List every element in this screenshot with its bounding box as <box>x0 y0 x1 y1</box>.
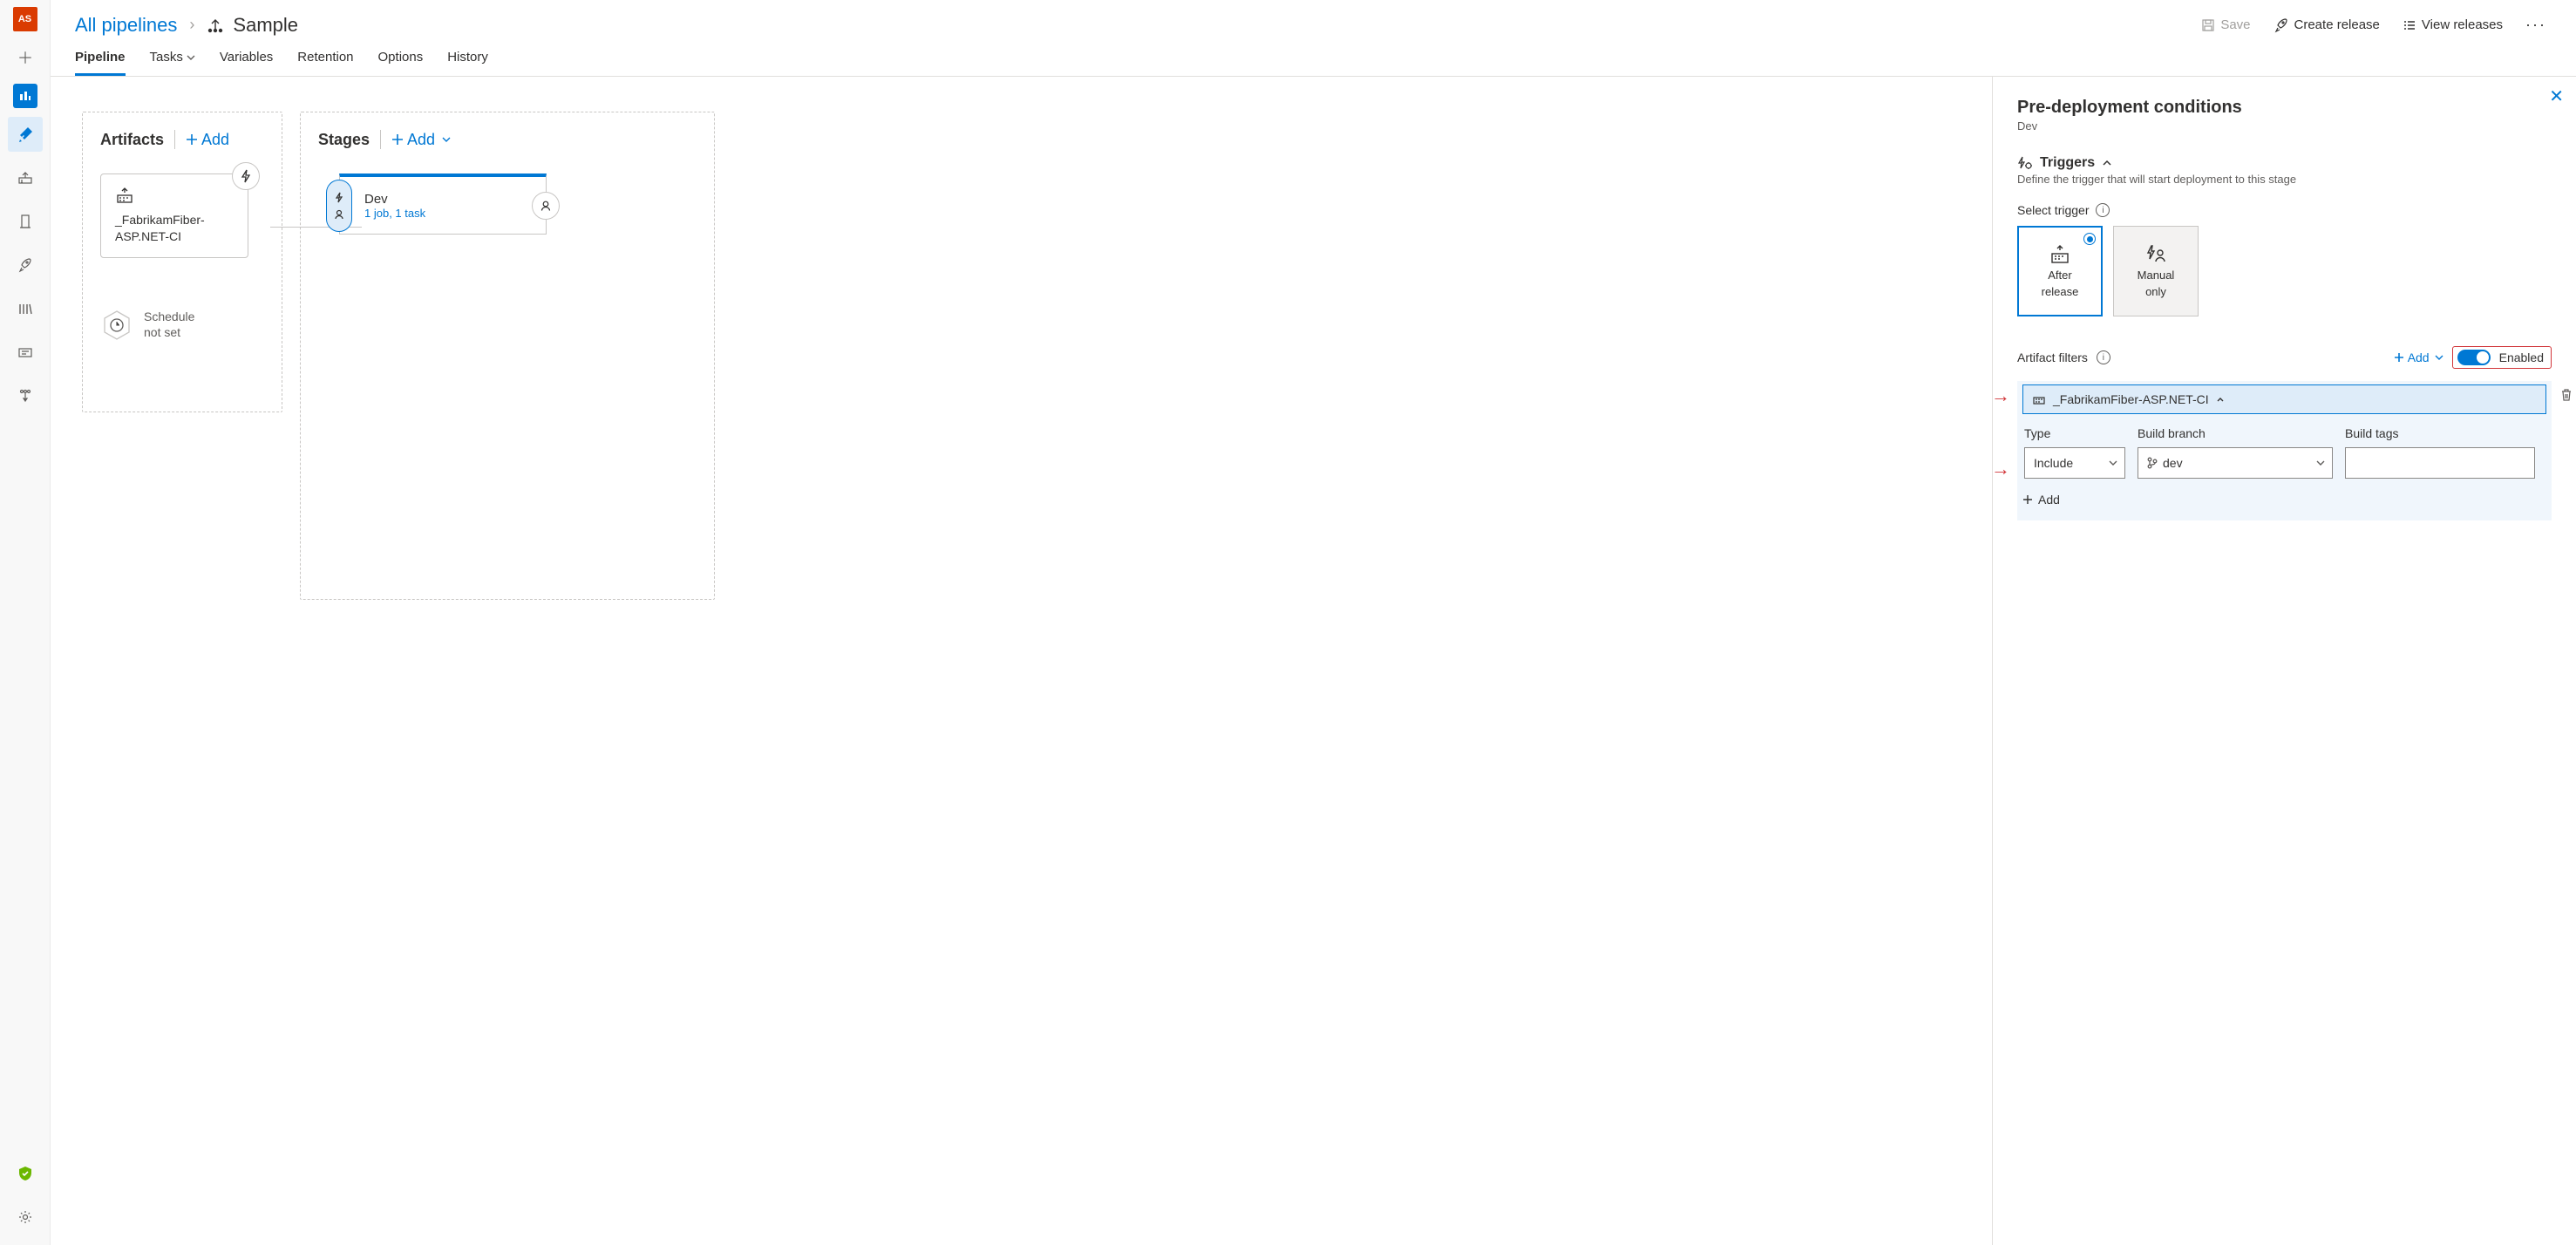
chevron-down-icon <box>2316 459 2325 467</box>
filter-block: _FabrikamFiber-ASP.NET-CI Type Include <box>2017 381 2552 520</box>
add-filter-row-button[interactable]: Add <box>2022 493 2546 507</box>
col-type-label: Type <box>2024 426 2125 440</box>
type-select[interactable]: Include <box>2024 447 2125 479</box>
callout-arrow-icon: → <box>1992 386 2010 405</box>
save-button: Save <box>2196 14 2255 36</box>
lightning-icon <box>334 192 344 204</box>
person-icon <box>334 209 344 220</box>
library-icon[interactable] <box>8 291 43 326</box>
cd-trigger-badge[interactable] <box>232 162 260 190</box>
trigger-manual-only[interactable]: Manual only <box>2113 226 2199 316</box>
tab-variables[interactable]: Variables <box>220 50 273 76</box>
delete-filter-icon[interactable] <box>2560 388 2573 405</box>
info-icon[interactable]: i <box>2096 203 2110 217</box>
pre-deployment-button[interactable] <box>326 180 352 232</box>
task-groups-icon[interactable] <box>8 335 43 370</box>
col-tags-label: Build tags <box>2345 426 2535 440</box>
new-item-icon[interactable] <box>8 40 43 75</box>
trigger-after-release[interactable]: After release <box>2017 226 2103 316</box>
save-icon <box>2201 18 2215 32</box>
info-icon[interactable]: i <box>2097 350 2110 364</box>
clock-icon <box>100 309 133 342</box>
factory-icon <box>115 187 235 207</box>
col-branch-label: Build branch <box>2138 426 2333 440</box>
stage-name: Dev <box>364 192 537 207</box>
filters-enabled-toggle[interactable] <box>2457 350 2491 365</box>
tags-input[interactable] <box>2345 447 2535 479</box>
tab-history[interactable]: History <box>447 50 488 76</box>
chevron-right-icon: › <box>189 16 194 34</box>
left-rail: AS <box>0 0 51 1245</box>
artifact-name: _FabrikamFiber-ASP.NET-CI <box>115 212 235 245</box>
schedule-row[interactable]: Schedule not set <box>100 309 264 342</box>
pipelines-icon[interactable] <box>8 117 43 152</box>
tab-retention[interactable]: Retention <box>297 50 353 76</box>
stage-tasks-link[interactable]: 1 job, 1 task <box>364 207 537 220</box>
create-release-button[interactable]: Create release <box>2268 14 2385 37</box>
org-avatar[interactable]: AS <box>13 7 37 31</box>
artifacts-title: Artifacts <box>100 131 164 149</box>
panel-subtitle: Dev <box>2017 119 2552 133</box>
select-trigger-label: Select trigger i <box>2017 203 2552 217</box>
factory-icon <box>2049 244 2071 265</box>
more-button[interactable]: ··· <box>2520 12 2552 37</box>
post-deployment-button[interactable] <box>532 192 560 220</box>
pipeline-title: Sample <box>207 14 298 37</box>
add-filter-button[interactable]: Add <box>2394 350 2443 364</box>
branch-icon <box>2147 457 2158 469</box>
header: All pipelines › Sample Save Create relea… <box>51 0 2576 39</box>
list-icon <box>2403 19 2416 31</box>
filter-artifact-header[interactable]: _FabrikamFiber-ASP.NET-CI <box>2022 384 2546 414</box>
chevron-up-icon <box>2102 158 2112 168</box>
view-releases-button[interactable]: View releases <box>2397 14 2508 36</box>
stages-title: Stages <box>318 131 370 149</box>
artifact-card[interactable]: _FabrikamFiber-ASP.NET-CI <box>100 173 248 258</box>
close-icon[interactable]: ✕ <box>2549 85 2564 107</box>
triggers-header[interactable]: Triggers <box>2017 155 2552 171</box>
filters-enabled-label: Enabled <box>2499 350 2544 364</box>
pre-deployment-panel: ✕ Pre-deployment conditions Dev Triggers… <box>1992 77 2576 1245</box>
chevron-down-icon <box>2435 353 2443 362</box>
boards-icon[interactable] <box>13 84 37 108</box>
chevron-down-icon <box>442 135 451 144</box>
breadcrumb-root[interactable]: All pipelines <box>75 14 177 37</box>
callout-arrow-icon: → <box>1992 459 2010 479</box>
add-stage-button[interactable]: Add <box>391 131 451 149</box>
settings-icon[interactable] <box>8 1200 43 1235</box>
stages-section: Stages Add <box>300 112 715 600</box>
chevron-down-icon <box>187 53 195 62</box>
person-icon <box>540 200 552 212</box>
add-artifact-button[interactable]: Add <box>186 131 229 149</box>
environments-icon[interactable] <box>8 160 43 195</box>
lightning-icon <box>240 169 252 183</box>
lightning-person-icon <box>2144 244 2167 265</box>
artifacts-section: Artifacts Add <box>82 112 282 412</box>
stage-card-dev[interactable]: Dev 1 job, 1 task <box>339 173 547 235</box>
tab-pipeline[interactable]: Pipeline <box>75 50 126 76</box>
artifact-filters-label: Artifact filters <box>2017 350 2088 364</box>
releases-icon[interactable] <box>8 204 43 239</box>
deployment-groups-icon[interactable] <box>8 378 43 413</box>
tabs: Pipeline Tasks Variables Retention Optio… <box>51 39 2576 77</box>
factory-icon <box>2032 393 2046 405</box>
filters-enabled-toggle-highlight: Enabled <box>2452 346 2552 369</box>
lightning-gear-icon <box>2017 156 2033 170</box>
deploy-icon <box>207 17 224 34</box>
shield-icon[interactable] <box>8 1156 43 1191</box>
chevron-up-icon <box>2216 395 2225 404</box>
rocket-icon[interactable] <box>8 248 43 282</box>
panel-title: Pre-deployment conditions <box>2017 98 2552 118</box>
branch-select[interactable]: dev <box>2138 447 2333 479</box>
tab-tasks[interactable]: Tasks <box>150 50 195 76</box>
pipeline-canvas: Artifacts Add <box>51 77 1992 1245</box>
triggers-description: Define the trigger that will start deplo… <box>2017 173 2552 186</box>
tab-options[interactable]: Options <box>378 50 424 76</box>
rocket-icon <box>2274 17 2289 33</box>
chevron-down-icon <box>2109 459 2117 467</box>
